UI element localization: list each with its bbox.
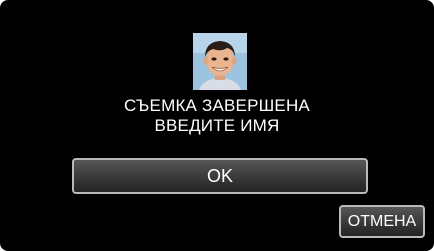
completion-message: СЪЕМКА ЗАВЕРШЕНА ВВЕДИТЕ ИМЯ <box>0 96 434 136</box>
cancel-button[interactable]: ОТМЕНА <box>339 205 425 238</box>
message-line-1: СЪЕМКА ЗАВЕРШЕНА <box>124 96 310 115</box>
face-registration-screen: СЪЕМКА ЗАВЕРШЕНА ВВЕДИТЕ ИМЯ OK ОТМЕНА <box>0 0 434 251</box>
ok-button[interactable]: OK <box>72 158 368 194</box>
face-photo <box>193 33 247 90</box>
message-line-2: ВВЕДИТЕ ИМЯ <box>154 116 280 135</box>
